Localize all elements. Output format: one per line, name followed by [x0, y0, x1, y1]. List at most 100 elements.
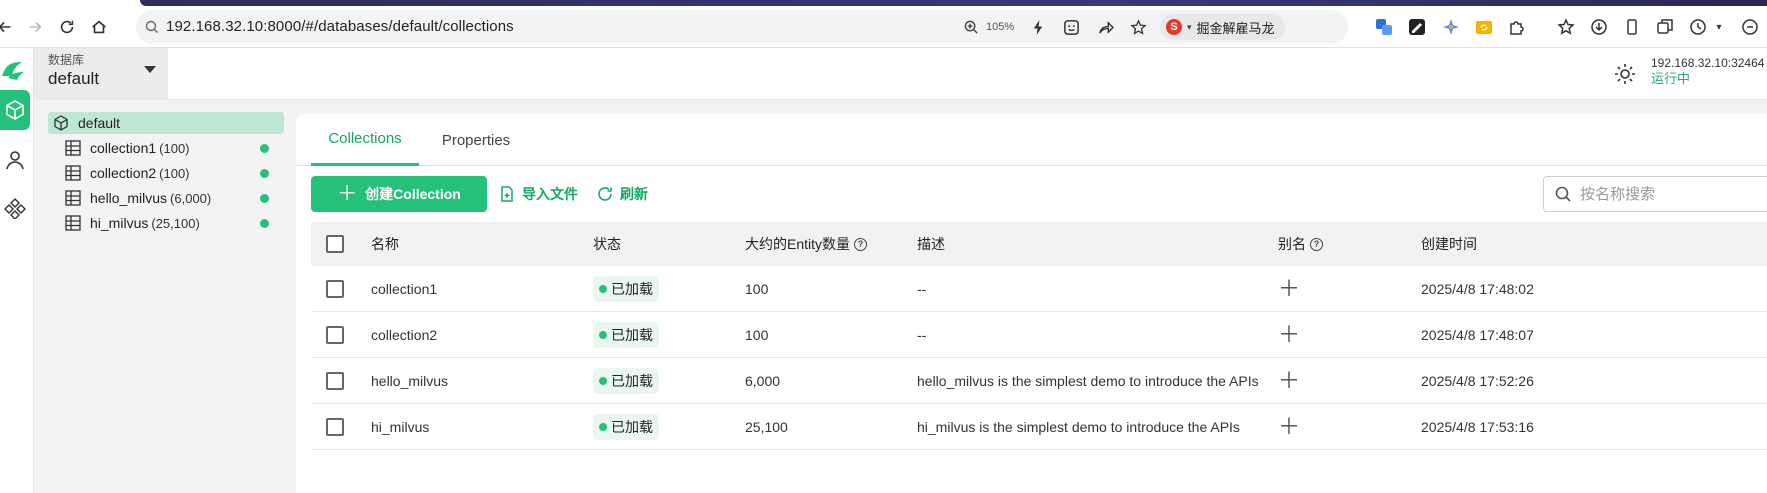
- search-input[interactable]: [1580, 185, 1760, 203]
- row-description: hi_milvus is the simplest demo to introd…: [917, 418, 1240, 435]
- favorite-button[interactable]: [1128, 17, 1148, 37]
- tree-root-label: default: [78, 115, 121, 131]
- row-name[interactable]: hi_milvus: [371, 404, 429, 449]
- collection-search[interactable]: [1543, 176, 1767, 212]
- user-icon: [6, 151, 24, 170]
- tree-item-name: hello_milvus: [90, 190, 168, 206]
- server-address: 192.168.32.10:32464: [1651, 56, 1765, 70]
- tree-root-default[interactable]: default: [48, 112, 284, 134]
- row-name[interactable]: collection2: [371, 312, 437, 357]
- tree-item[interactable]: hi_milvus (25,100): [48, 212, 284, 234]
- reload-icon: [60, 20, 74, 34]
- folder-sync-icon: [1476, 21, 1492, 34]
- search-engine-text: 掘金解雇马龙: [1196, 20, 1275, 36]
- row-name[interactable]: collection1: [371, 266, 437, 311]
- app-header: 数据库 default 192.168.32.10:32464 运行中: [34, 48, 1767, 100]
- add-alias-icon[interactable]: ＋: [1278, 415, 1300, 438]
- sparkle-extension[interactable]: [1441, 17, 1461, 37]
- extensions-button[interactable]: [1507, 17, 1527, 37]
- database-select[interactable]: 数据库 default: [34, 48, 168, 100]
- boost-button[interactable]: [1028, 17, 1048, 37]
- sync-extension[interactable]: [1474, 17, 1494, 37]
- download-icon: [1591, 19, 1607, 35]
- header-entities-label: 大约的Entity数量: [745, 236, 851, 252]
- help-icon[interactable]: ?: [854, 237, 868, 251]
- add-alias-icon[interactable]: ＋: [1278, 277, 1300, 300]
- table-row[interactable]: collection2 已加载 100 -- ＋ 2025/4/8 17:48:…: [311, 312, 1767, 358]
- header-name[interactable]: 名称: [371, 222, 399, 266]
- downloads-button[interactable]: [1589, 17, 1609, 37]
- reading-list-button[interactable]: [1622, 17, 1642, 37]
- drawing-extension[interactable]: [1407, 17, 1427, 37]
- home-button[interactable]: [84, 12, 114, 42]
- collections-panel: Collections Properties ＋ 创建Collection 导入…: [296, 114, 1767, 493]
- tree-item-count: (25,100): [151, 215, 200, 231]
- table-row[interactable]: hi_milvus 已加载 25,100 hi_milvus is the si…: [311, 404, 1767, 450]
- zoom-level: 105%: [986, 21, 1015, 33]
- share-icon: [1098, 20, 1114, 34]
- table-row[interactable]: hello_milvus 已加载 6,000 hello_milvus is t…: [311, 358, 1767, 404]
- arrow-left-icon: [0, 21, 11, 33]
- create-collection-button[interactable]: ＋ 创建Collection: [311, 176, 487, 212]
- header-status[interactable]: 状态: [593, 222, 621, 266]
- milvus-logo-icon: [2, 62, 24, 80]
- face-icon: [1063, 19, 1079, 35]
- nav-databases[interactable]: [0, 90, 30, 130]
- header-description: 描述: [917, 236, 945, 252]
- address-bar[interactable]: 192.168.32.10:8000/#/databases/default/c…: [136, 10, 1348, 44]
- status-text: 已加载: [611, 372, 653, 389]
- add-alias-icon[interactable]: ＋: [1278, 323, 1300, 346]
- row-select-cell: [326, 312, 344, 357]
- reload-button[interactable]: [52, 12, 82, 42]
- table-row[interactable]: collection1 已加载 100 -- ＋ 2025/4/8 17:48:…: [311, 266, 1767, 312]
- add-alias-icon[interactable]: ＋: [1278, 369, 1300, 392]
- header-alias: 别名 ?: [1278, 222, 1323, 266]
- nav-users[interactable]: [0, 140, 30, 180]
- table-icon: [65, 190, 81, 206]
- tab-properties[interactable]: Properties: [431, 114, 521, 166]
- tree-item[interactable]: collection1 (100): [48, 137, 284, 159]
- tab-bar: Collections Properties: [296, 114, 1767, 166]
- row-checkbox[interactable]: [326, 279, 344, 298]
- forward-button[interactable]: [20, 12, 50, 42]
- row-checkbox[interactable]: [326, 371, 344, 390]
- tab-collections[interactable]: Collections: [311, 114, 419, 166]
- share-button[interactable]: [1095, 17, 1115, 37]
- zoom-button[interactable]: [961, 17, 981, 37]
- cube-icon: [54, 115, 68, 131]
- bookmarks-button[interactable]: [1556, 17, 1576, 37]
- row-status: 已加载: [593, 358, 659, 403]
- history-button[interactable]: [1688, 17, 1708, 37]
- status-dot: [599, 284, 607, 293]
- header-entities[interactable]: 大约的Entity数量 ?: [745, 222, 868, 266]
- search-engine-chip[interactable]: S ▾ 掘金解雇马龙: [1160, 14, 1285, 40]
- tree-item-count: (100): [159, 140, 190, 156]
- phone-icon: [1627, 19, 1637, 35]
- toolbar-actions: ＋ 创建Collection 导入文件 刷新: [311, 176, 648, 212]
- reader-button[interactable]: [1061, 17, 1081, 37]
- row-checkbox[interactable]: [326, 325, 344, 344]
- theme-toggle-button[interactable]: [1613, 62, 1637, 86]
- select-all-checkbox[interactable]: [326, 235, 344, 253]
- row-checkbox[interactable]: [326, 417, 344, 436]
- help-icon[interactable]: ?: [1310, 237, 1323, 251]
- tree-item[interactable]: collection2 (100): [48, 162, 284, 184]
- server-info: 192.168.32.10:32464 运行中: [1651, 56, 1764, 86]
- puzzle-icon: [1510, 21, 1524, 35]
- plus-icon: ＋: [337, 183, 358, 205]
- refresh-button[interactable]: 刷新: [596, 184, 648, 204]
- tree-item-count: (6,000): [170, 190, 212, 206]
- nav-system[interactable]: [0, 188, 30, 228]
- header-created[interactable]: 创建时间: [1421, 222, 1477, 266]
- translate-extension[interactable]: [1374, 17, 1394, 37]
- back-button[interactable]: [0, 12, 20, 42]
- refresh-label: 刷新: [620, 186, 648, 202]
- history-dropdown[interactable]: ▾: [1713, 17, 1725, 37]
- tabs-button[interactable]: [1655, 17, 1675, 37]
- more-button[interactable]: [1740, 17, 1760, 37]
- import-file-button[interactable]: 导入文件: [498, 184, 578, 204]
- row-status: 已加载: [593, 266, 659, 311]
- tree-item[interactable]: hello_milvus (6,000): [48, 187, 284, 209]
- loaded-status-dot: [260, 219, 269, 228]
- row-name[interactable]: hello_milvus: [371, 358, 448, 403]
